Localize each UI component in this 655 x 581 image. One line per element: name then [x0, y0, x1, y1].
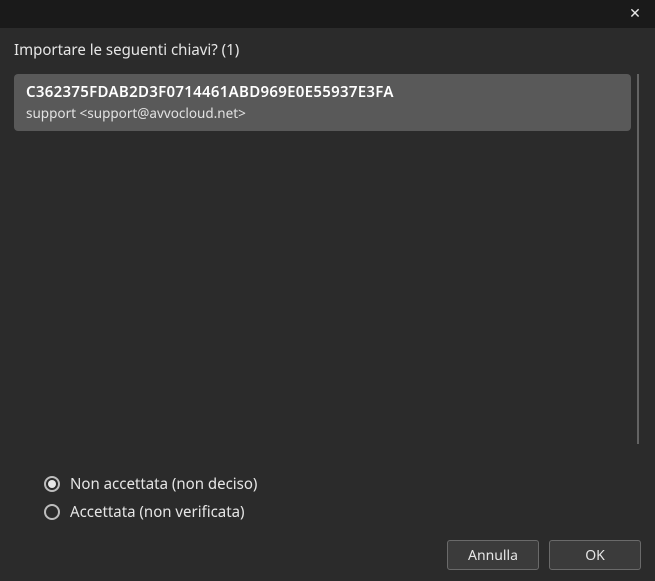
close-icon: ✕	[629, 7, 641, 21]
titlebar: ✕	[0, 0, 655, 28]
key-item[interactable]: C362375FDAB2D3F0714461ABD969E0E55937E3FA…	[14, 74, 631, 131]
radio-icon	[44, 504, 60, 520]
close-button[interactable]: ✕	[621, 0, 649, 28]
key-list[interactable]: C362375FDAB2D3F0714461ABD969E0E55937E3FA…	[14, 74, 631, 444]
key-list-wrap: C362375FDAB2D3F0714461ABD969E0E55937E3FA…	[14, 74, 641, 444]
dialog-content: Importare le seguenti chiavi? (1) C36237…	[0, 28, 655, 581]
cancel-button[interactable]: Annulla	[447, 540, 539, 570]
radio-not-accepted[interactable]: Non accettata (non deciso)	[44, 474, 641, 494]
radio-label: Non accettata (non deciso)	[70, 474, 257, 494]
radio-accepted[interactable]: Accettata (non verificata)	[44, 502, 641, 522]
import-keys-dialog: ✕ Importare le seguenti chiavi? (1) C362…	[0, 0, 655, 581]
radio-label: Accettata (non verificata)	[70, 502, 245, 522]
key-userid: support <support@avvocloud.net>	[26, 104, 619, 122]
prompt-text: Importare le seguenti chiavi? (1)	[14, 40, 641, 60]
acceptance-radio-group: Non accettata (non deciso) Accettata (no…	[14, 474, 641, 522]
radio-icon	[44, 476, 60, 492]
scrollbar[interactable]	[637, 74, 639, 444]
dialog-buttons: Annulla OK	[14, 540, 641, 570]
ok-button[interactable]: OK	[549, 540, 641, 570]
key-fingerprint: C362375FDAB2D3F0714461ABD969E0E55937E3FA	[26, 82, 619, 102]
